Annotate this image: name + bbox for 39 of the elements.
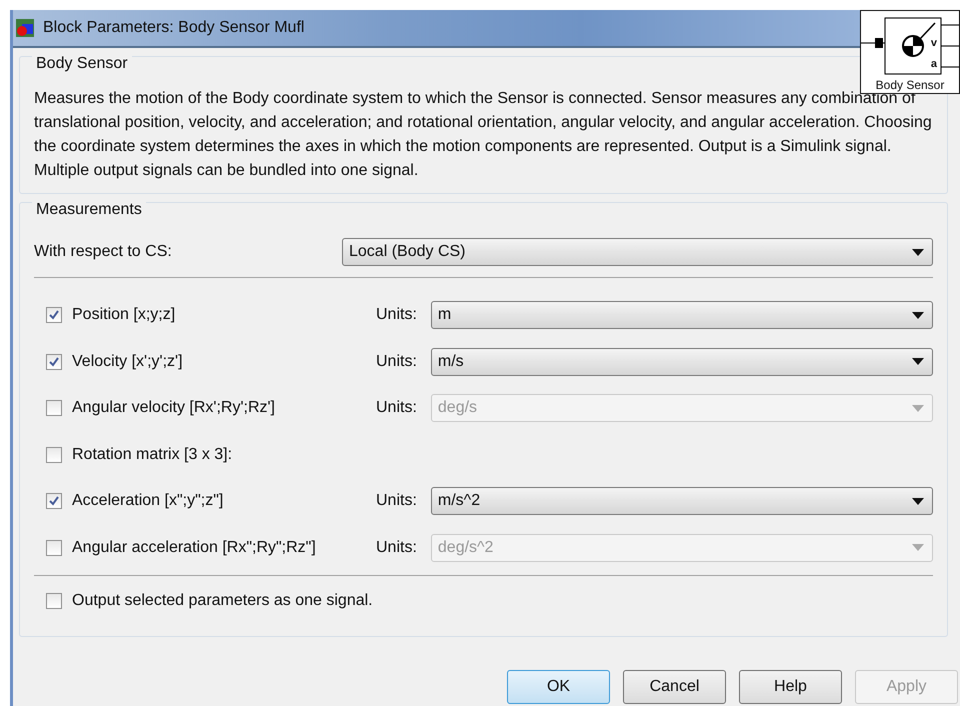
block-label: Body Sensor [876, 78, 946, 92]
dropdown-arrow-icon [912, 358, 924, 366]
checkbox[interactable] [46, 540, 62, 556]
units-dropdown[interactable]: m [430, 301, 933, 330]
units-label: Units: [376, 352, 417, 371]
dropdown-arrow-icon [912, 544, 924, 552]
dropdown-arrow-icon [912, 404, 924, 412]
field-label: With respect to CS: [34, 243, 173, 261]
checkbox-label: Velocity [x';y';z'] [72, 352, 183, 371]
app-icon [15, 18, 35, 38]
port-label: a [930, 58, 937, 70]
window-title: Block Parameters: Body Sensor Mufl [43, 19, 304, 37]
units-label: Units: [376, 306, 417, 324]
checkbox[interactable] [46, 446, 62, 463]
checkbox[interactable] [46, 307, 62, 324]
checkbox[interactable] [46, 593, 62, 609]
group-title: Body Sensor [32, 55, 132, 73]
units-label: Units: [376, 492, 417, 510]
checkbox-label: Rotation matrix [3 x 3]: [72, 446, 232, 464]
dialog-button[interactable]: Help [739, 670, 842, 704]
dropdown-arrow-icon [912, 498, 924, 505]
checkbox-label: Angular velocity [Rx';Ry';Rz'] [72, 399, 275, 418]
checkbox[interactable] [46, 493, 62, 510]
dialog-button[interactable]: Cancel [623, 670, 726, 704]
reference-dropdown[interactable]: Local (Body CS) [342, 238, 933, 266]
checkbox-label: Angular acceleration [Rx";Ry";Rz"] [72, 538, 316, 557]
units-dropdown[interactable]: m/s [430, 348, 933, 376]
port-label: v [930, 37, 937, 49]
units-label: Units: [376, 538, 417, 557]
dropdown-arrow-icon [912, 248, 924, 256]
checkbox[interactable] [46, 400, 62, 416]
dropdown-arrow-icon [912, 312, 924, 319]
units-label: Units: [376, 399, 417, 418]
checkbox-label: Output selected parameters as one signal. [72, 592, 373, 610]
checkbox-label: Acceleration [x";y";z"] [72, 492, 224, 510]
checkbox-label: Position [x;y;z] [72, 306, 176, 324]
units-dropdown[interactable]: m/s^2 [430, 487, 933, 516]
dialog-button[interactable]: OK [507, 670, 610, 704]
checkbox[interactable] [46, 354, 62, 370]
